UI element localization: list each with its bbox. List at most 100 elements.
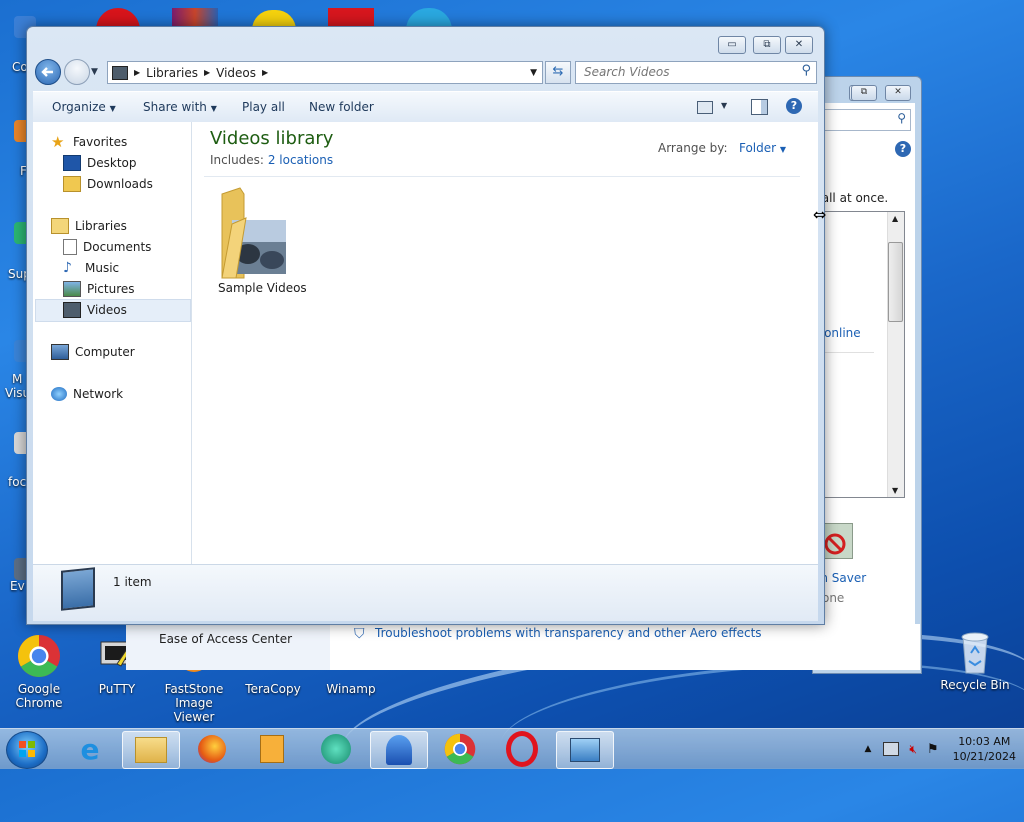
refresh-button[interactable]: ⇆ [545, 61, 571, 84]
nav-documents[interactable]: Documents [63, 237, 151, 257]
organize-button[interactable]: Organize ▼ [52, 100, 116, 114]
close-button[interactable]: ✕ [785, 36, 813, 54]
star-icon: ★ [51, 133, 65, 151]
nav-computer[interactable]: Computer [51, 342, 135, 362]
folder-label: Sample Videos [218, 281, 307, 295]
video-folder-icon [112, 65, 128, 80]
taskbar-opera[interactable] [494, 731, 550, 767]
desktop-icon-label: Winamp [326, 682, 376, 696]
maximize-button[interactable]: ⧉ [851, 85, 877, 101]
see-also-pane: Ease of Access Center [126, 624, 330, 670]
ease-of-access-link[interactable]: Ease of Access Center [159, 632, 292, 646]
taskbar-control-panel[interactable] [556, 731, 614, 769]
breadcrumb-libraries[interactable]: Libraries [146, 66, 198, 80]
screen-saver-icon[interactable] [821, 523, 853, 559]
address-bar[interactable]: ▶ Libraries ▶ Videos ▶ ▼ [107, 61, 543, 84]
share-with-button[interactable]: Share with ▼ [143, 100, 217, 114]
help-icon[interactable]: ? [895, 141, 911, 157]
desktop-icon-google-chrome[interactable]: Google Chrome [2, 634, 76, 710]
taskbar-windows-explorer[interactable] [122, 731, 180, 769]
search-box[interactable]: ⚲ [575, 61, 817, 84]
scroll-down-arrow[interactable]: ▼ [892, 486, 898, 495]
breadcrumb-separator-icon[interactable]: ▶ [134, 68, 140, 77]
volume-muted-icon[interactable]: 🔇︎ [909, 742, 917, 757]
clock-time: 10:03 AM [958, 735, 1011, 748]
library-title: Videos library [210, 128, 334, 149]
network-status-icon[interactable] [883, 742, 900, 756]
address-dropdown-icon[interactable]: ▼ [530, 68, 537, 78]
desktop-icon-label: Recycle Bin [940, 678, 1010, 692]
maximize-button[interactable]: ⧉ [753, 36, 781, 54]
nav-desktop[interactable]: Desktop [63, 153, 137, 173]
nav-network[interactable]: Network [51, 384, 123, 404]
arrange-by-dropdown[interactable]: Folder ▼ [739, 141, 786, 155]
file-list-pane[interactable]: Videos library Includes: 2 locations Arr… [192, 122, 818, 564]
scroll-up-arrow[interactable]: ▲ [892, 214, 898, 223]
back-button[interactable] [35, 59, 61, 85]
taskbar-app-blue[interactable] [370, 731, 428, 769]
breadcrumb-videos[interactable]: Videos [216, 66, 256, 80]
nav-videos[interactable]: Videos [63, 300, 127, 320]
clock-date: 10/21/2024 [952, 750, 1016, 763]
recent-pages-dropdown[interactable]: ▼ [91, 67, 98, 77]
computer-icon [51, 344, 69, 360]
action-center-flag-icon[interactable]: ⚑ [927, 742, 939, 757]
taskbar-internet-explorer[interactable]: e [62, 731, 118, 767]
breadcrumb-separator-icon[interactable]: ▶ [262, 68, 268, 77]
desktop-icon-label: PuTTY [98, 682, 136, 696]
nav-downloads[interactable]: Downloads [63, 174, 153, 194]
teal-app-icon [321, 734, 351, 764]
control-panel-content: ⚲ ? r all at once. ▲ ▼ s online en Saver… [813, 103, 915, 669]
new-folder-button[interactable]: New folder [309, 100, 374, 114]
opera-icon [506, 731, 538, 767]
details-item-count: 1 item [113, 575, 152, 589]
taskbar-media-player[interactable] [244, 731, 300, 767]
desktop-icon-recycle-bin[interactable]: Recycle Bin [938, 630, 1012, 692]
desktop-label-partial: Ev [10, 579, 25, 593]
forward-button[interactable] [64, 59, 90, 85]
music-icon: ♪ [63, 260, 72, 276]
videos-icon [63, 302, 81, 318]
preview-pane-icon[interactable] [751, 99, 768, 115]
nav-pictures[interactable]: Pictures [63, 279, 135, 299]
play-all-button[interactable]: Play all [242, 100, 285, 114]
taskbar-app-teal[interactable] [308, 731, 364, 767]
library-includes: Includes: 2 locations [210, 153, 334, 167]
taskbar-chrome[interactable] [432, 731, 488, 767]
libraries-icon [51, 218, 69, 234]
control-panel-window[interactable]: ▭ ⧉ ✕ ⚲ ? r all at once. ▲ ▼ s online en… [812, 76, 922, 674]
control-panel-search[interactable]: ⚲ [813, 109, 911, 131]
change-view-icon[interactable] [697, 101, 713, 114]
troubleshoot-link[interactable]: Troubleshoot problems with transparency … [375, 626, 762, 640]
help-icon[interactable]: ? [786, 98, 802, 114]
network-icon [51, 387, 67, 401]
system-tray: ▲ 🔇︎ ⚑ 10:03 AM 10/21/2024 [864, 733, 1016, 765]
nav-music[interactable]: ♪ Music [63, 258, 119, 278]
windows-logo-icon [19, 741, 35, 757]
header-divider [204, 176, 800, 177]
scrollbar[interactable]: ▲ ▼ [887, 212, 904, 497]
desktop-label-partial: foc [8, 475, 27, 489]
minimize-button[interactable]: ▭ [718, 36, 746, 54]
view-dropdown-icon[interactable]: ▼ [721, 101, 727, 110]
clock[interactable]: 10:03 AM 10/21/2024 [953, 734, 1016, 764]
control-panel-list[interactable]: ▲ ▼ s online [813, 211, 905, 498]
taskbar-firefox[interactable] [184, 731, 240, 767]
nav-libraries[interactable]: Libraries [51, 216, 127, 236]
chrome-icon [17, 634, 61, 678]
command-bar: Organize ▼ Share with ▼ Play all New fol… [33, 91, 818, 123]
explorer-window[interactable]: ▭ ⧉ ✕ ▼ ▶ Libraries ▶ Videos ▶ ▼ ⇆ ⚲ Org… [26, 26, 825, 625]
breadcrumb-separator-icon[interactable]: ▶ [204, 68, 210, 77]
search-icon[interactable]: ⚲ [801, 63, 811, 78]
locations-link[interactable]: 2 locations [268, 153, 333, 167]
resize-cursor-icon: ⇔ [813, 205, 827, 224]
show-hidden-icons-icon[interactable]: ▲ [864, 744, 871, 754]
nav-favorites[interactable]: ★ Favorites [51, 132, 127, 152]
search-input[interactable] [582, 62, 786, 82]
back-arrow-icon [41, 67, 53, 77]
arrange-by: Arrange by: Folder ▼ [658, 141, 787, 155]
blue-app-icon [386, 735, 412, 765]
start-button[interactable] [6, 731, 48, 769]
scroll-thumb[interactable] [888, 242, 903, 322]
close-button[interactable]: ✕ [885, 85, 911, 101]
